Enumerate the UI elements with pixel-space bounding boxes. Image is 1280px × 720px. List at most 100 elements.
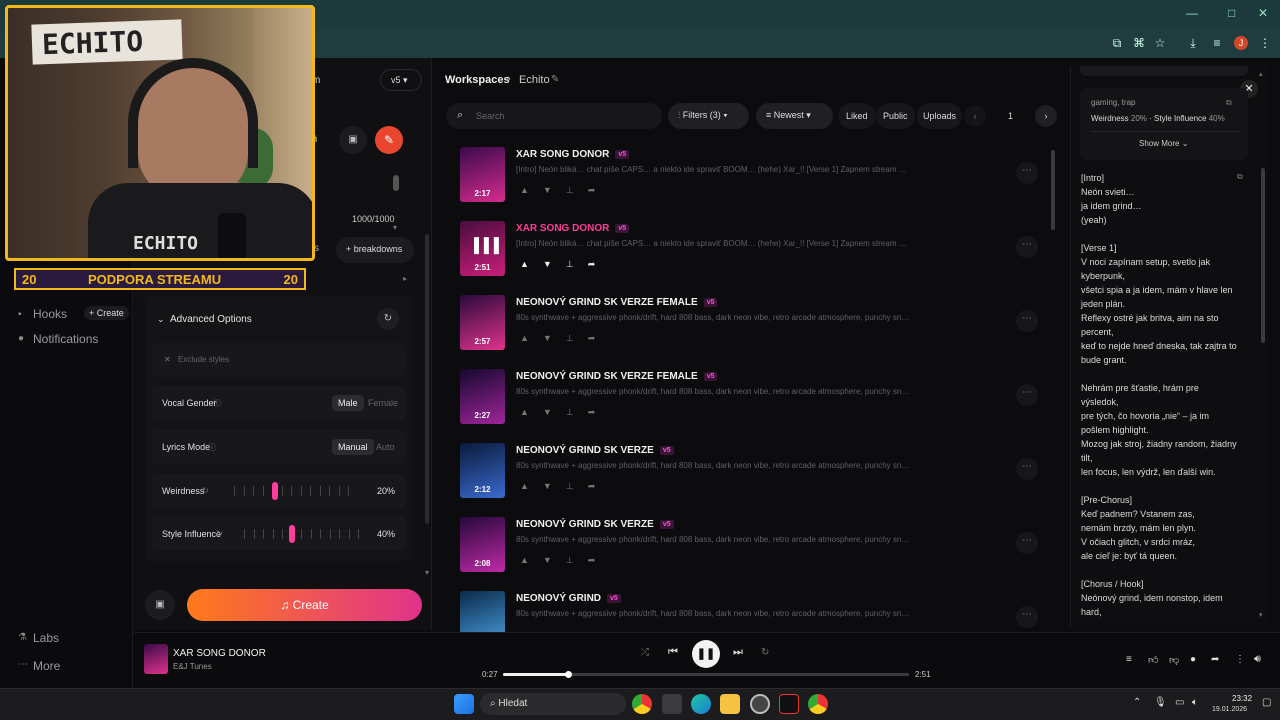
sort-select[interactable]: ≡ Newest ▾	[756, 103, 833, 129]
song-more-icon[interactable]: ⋯	[1016, 162, 1038, 184]
comment-icon[interactable]: ●	[1190, 654, 1196, 665]
breakdowns-button[interactable]: + breakdowns	[336, 237, 414, 263]
song-cover-art[interactable]: 2:27	[460, 369, 505, 424]
pin-icon[interactable]: ⊥	[566, 333, 588, 343]
chrome-profile-icon[interactable]	[808, 694, 828, 714]
queue-icon[interactable]: ≡	[1126, 654, 1132, 665]
player-more-icon[interactable]: ⋮	[1235, 654, 1245, 665]
player-artist[interactable]: E&J Tunes	[173, 662, 212, 671]
clock-date[interactable]: 19.01.2026	[1212, 706, 1247, 713]
song-more-icon[interactable]: ⋯	[1016, 458, 1038, 480]
dislike-icon[interactable]: ▼	[543, 185, 566, 195]
copy-icon[interactable]: ⧉	[1226, 98, 1232, 108]
volume-icon[interactable]: 🔊︎	[1254, 653, 1261, 666]
song-title[interactable]: XAR SONG DONOR v5	[516, 149, 630, 160]
create-button[interactable]: ♫ Create	[187, 589, 422, 621]
info-icon[interactable]: ⓘ	[213, 398, 221, 409]
minimize-icon[interactable]: —	[1186, 6, 1198, 20]
clear-button[interactable]: ▣	[145, 590, 175, 620]
public-filter[interactable]: Public	[876, 103, 915, 129]
sidebar-item-labs[interactable]: Labs	[33, 631, 59, 645]
scroll-down-icon[interactable]: ▾	[1259, 611, 1263, 619]
maximize-icon[interactable]: □	[1228, 6, 1235, 20]
song-title[interactable]: NEONOVÝ GRIND SK VERZE FEMALE v5	[516, 371, 718, 382]
pin-icon[interactable]: ⊥	[566, 259, 588, 269]
trash-icon[interactable]: ▣	[339, 126, 367, 154]
edge-icon[interactable]	[691, 694, 711, 714]
song-cover-art[interactable]: 2:12	[460, 443, 505, 498]
pin-icon[interactable]: ⊥	[566, 407, 588, 417]
reset-icon[interactable]: ↻	[216, 529, 223, 538]
collapse-arrow-icon[interactable]: ▸	[403, 274, 407, 283]
chrome-icon[interactable]	[632, 694, 652, 714]
cast-icon[interactable]: ⧉	[1110, 36, 1124, 50]
notification-center-icon[interactable]: ▢	[1262, 697, 1271, 708]
reset-icon[interactable]: ↻	[377, 308, 399, 330]
sidebar-item-more[interactable]: More	[33, 659, 60, 673]
profile-avatar[interactable]: J	[1234, 36, 1248, 50]
advanced-options-title[interactable]: Advanced Options	[170, 314, 252, 325]
store-icon[interactable]	[662, 694, 682, 714]
panel-scrollbar[interactable]	[425, 104, 430, 574]
pin-icon[interactable]: ⊥	[566, 481, 588, 491]
reading-list-icon[interactable]: ≡	[1210, 36, 1224, 50]
share-icon[interactable]: ➦	[588, 333, 610, 343]
uploads-filter[interactable]: Uploads	[917, 103, 963, 129]
page-number[interactable]: 1	[1008, 111, 1013, 121]
like-icon[interactable]: ▲	[520, 333, 543, 343]
next-track-icon[interactable]: ⏭	[733, 646, 743, 659]
file-explorer-icon[interactable]	[720, 694, 740, 714]
song-title[interactable]: NEONOVÝ GRIND v5	[516, 593, 621, 604]
song-cover-art[interactable]: 2:17	[460, 147, 505, 202]
slider-handle[interactable]	[272, 482, 278, 500]
like-icon[interactable]: ▲	[520, 185, 543, 195]
song-row[interactable]: 2:17 XAR SONG DONOR v5 [Intro] Neón bliká… …	[460, 147, 1040, 211]
share-icon[interactable]: ➦	[1211, 654, 1219, 665]
translate-icon[interactable]: ⌘	[1132, 36, 1146, 50]
info-icon[interactable]: ⓘ	[208, 442, 216, 453]
like-icon[interactable]: ▲	[520, 481, 543, 491]
song-more-icon[interactable]: ⋯	[1016, 236, 1038, 258]
progress-handle[interactable]	[564, 671, 572, 678]
close-window-icon[interactable]: ✕	[1258, 6, 1268, 20]
song-more-icon[interactable]: ⋯	[1016, 310, 1038, 332]
speaker-icon[interactable]: 🔈︎	[1192, 697, 1198, 708]
windows-start-icon[interactable]	[454, 694, 474, 714]
previous-track-icon[interactable]: ⏮	[668, 646, 678, 659]
like-icon[interactable]: ▲	[520, 259, 543, 269]
sidebar-item-notifications[interactable]: Notifications	[33, 332, 98, 346]
dislike-icon[interactable]: ▼	[543, 259, 566, 269]
song-row[interactable]: 2:27 NEONOVÝ GRIND SK VERZE FEMALE v5 80s s…	[460, 369, 1040, 433]
weirdness-slider[interactable]	[228, 481, 358, 501]
song-title[interactable]: XAR SONG DONOR v5	[516, 223, 630, 234]
clock-time[interactable]: 23:32	[1232, 694, 1252, 703]
list-scrollbar[interactable]	[1051, 150, 1056, 620]
song-title[interactable]: NEONOVÝ GRIND SK VERZE FEMALE v5	[516, 297, 718, 308]
song-cover-art[interactable]: ▌▌▌ 2:51	[460, 221, 505, 276]
share-icon[interactable]: ➦	[588, 407, 610, 417]
song-row[interactable]: 2:57 NEONOVÝ GRIND SK VERZE FEMALE v5 80s s…	[460, 295, 1040, 359]
lyrics-mode-manual[interactable]: Manual	[332, 439, 374, 455]
song-row[interactable]: 2:08 NEONOVÝ GRIND SK VERZE v5 80s synthwav…	[460, 517, 1040, 581]
song-title[interactable]: NEONOVÝ GRIND SK VERZE v5	[516, 445, 674, 456]
thumbs-down-icon[interactable]: 👎︎	[1169, 654, 1179, 666]
breadcrumb-root[interactable]: Workspaces	[445, 74, 510, 86]
slider-handle[interactable]	[289, 525, 296, 543]
song-cover-art[interactable]: 2:57	[460, 295, 505, 350]
song-more-icon[interactable]: ⋯	[1016, 606, 1038, 628]
bookmark-star-icon[interactable]: ☆	[1153, 36, 1167, 50]
vocal-gender-female[interactable]: Female	[362, 395, 404, 411]
dislike-icon[interactable]: ▼	[543, 555, 566, 565]
filters-button[interactable]: ⫶ Filters (3) ▾	[668, 103, 749, 129]
network-icon[interactable]: ▭	[1175, 697, 1184, 708]
song-cover-art[interactable]: 2:08	[460, 517, 505, 572]
download-icon[interactable]: ⤓	[1186, 36, 1200, 50]
chevron-down-icon[interactable]: ⌄	[157, 314, 165, 325]
prev-page-icon[interactable]: ‹	[964, 105, 986, 127]
vocal-gender-male[interactable]: Male	[332, 395, 364, 411]
like-icon[interactable]: ▲	[520, 407, 543, 417]
share-icon[interactable]: ➦	[588, 555, 610, 565]
lyrics-scrollbar[interactable]	[1261, 168, 1265, 343]
browser-menu-icon[interactable]: ⋮	[1258, 36, 1272, 50]
pin-icon[interactable]: ⊥	[566, 555, 588, 565]
